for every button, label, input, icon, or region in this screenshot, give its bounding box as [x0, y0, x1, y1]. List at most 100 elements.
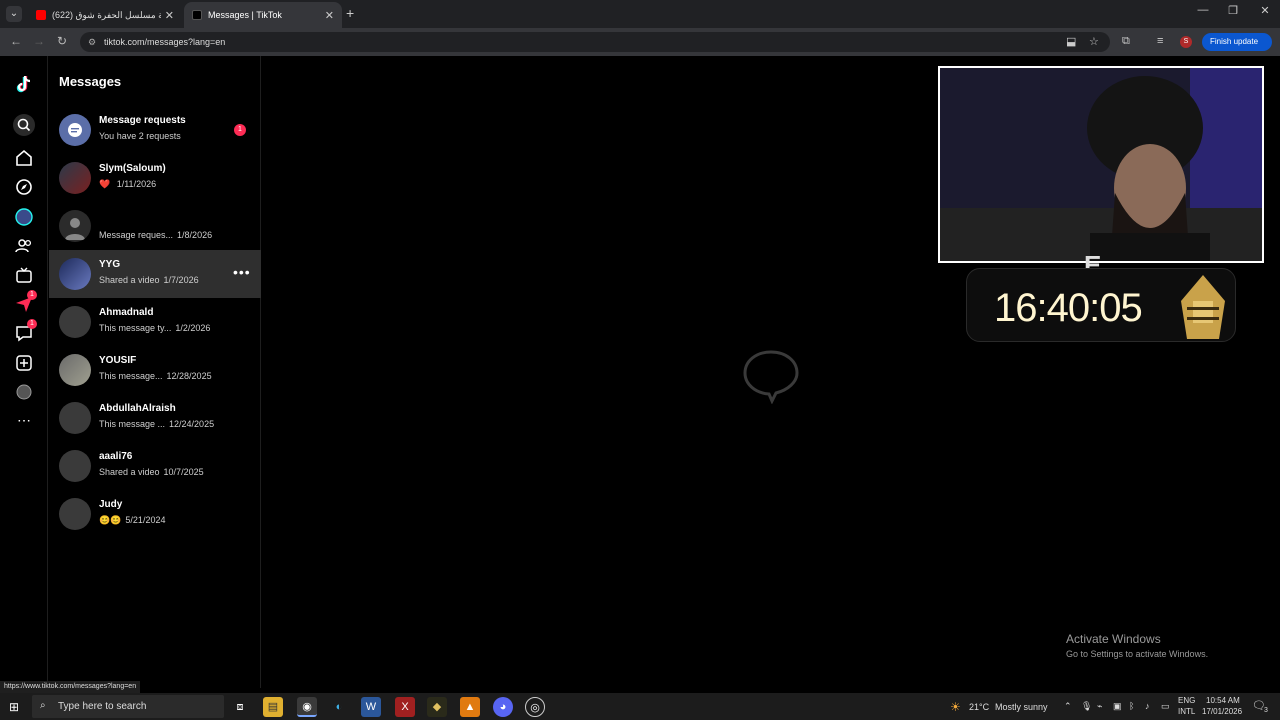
link-status-bar: https://www.tiktok.com/messages?lang=en	[0, 681, 141, 693]
tab-youtube[interactable]: (622) اغنية مسلسل الحفرة شوق ✕	[28, 2, 182, 28]
bluetooth-icon[interactable]: ᛒ	[1129, 701, 1134, 711]
weather-temp: 21°C	[969, 702, 990, 712]
app-game-icon[interactable]: ◆	[427, 697, 447, 717]
tiktok-logo-icon[interactable]	[14, 74, 34, 94]
following-avatar-icon[interactable]	[14, 207, 34, 227]
taskbar-search-input[interactable]: ⌕ Type here to search	[32, 695, 224, 718]
app-discord-icon[interactable]: ◕	[493, 697, 513, 717]
activate-title: Activate Windows	[1066, 632, 1161, 646]
close-tab-icon[interactable]: ✕	[325, 9, 334, 22]
file-explorer-icon[interactable]: ▤	[263, 697, 283, 717]
conversation-row-yyg[interactable]: YYG Shared a video 1/7/2026 •••	[49, 250, 261, 298]
conversation-date: 1/7/2026	[163, 275, 199, 285]
edge-icon[interactable]: ◐	[329, 697, 349, 717]
network-icon[interactable]: ⌁	[1097, 701, 1102, 712]
address-text: tiktok.com/messages?lang=en	[104, 37, 226, 47]
conversation-name: Ahmadnald	[99, 307, 154, 318]
clock-time-tray[interactable]: 10:54 AM	[1206, 696, 1240, 705]
preview-text: This message ...	[99, 419, 166, 429]
app-x-icon[interactable]: X	[395, 697, 415, 717]
youtube-icon	[36, 10, 46, 20]
language-eng[interactable]: ENG	[1178, 696, 1195, 705]
restore-button[interactable]: ❐	[1218, 4, 1248, 17]
extensions-icon[interactable]: ⧉	[1122, 35, 1130, 48]
explore-compass-icon[interactable]	[14, 177, 34, 197]
more-options-icon[interactable]: •••	[233, 264, 251, 280]
conversation-date: 12/24/2025	[169, 419, 215, 429]
task-view-icon[interactable]: ⧈	[230, 697, 250, 717]
address-bar[interactable]: ⚙ tiktok.com/messages?lang=en	[80, 32, 1110, 52]
close-tab-icon[interactable]: ✕	[165, 9, 174, 22]
profile-avatar-icon[interactable]	[14, 382, 34, 402]
display-icon[interactable]: ▣	[1113, 701, 1122, 712]
conversation-row-slym[interactable]: Slym(Saloum) ❤️ 1/11/2026	[49, 154, 261, 202]
avatar	[59, 162, 91, 194]
reload-icon[interactable]: ↻	[57, 34, 67, 48]
tab-title: Messages | TikTok	[208, 10, 282, 20]
app-obs-icon[interactable]: ◎	[525, 697, 545, 717]
conversation-preview: Shared a video 1/7/2026	[99, 275, 199, 285]
avatar	[59, 258, 91, 290]
more-icon[interactable]: ⋯	[14, 410, 34, 430]
conversation-date: 12/28/2025	[166, 371, 212, 381]
avatar	[59, 354, 91, 386]
conversation-name: aaali76	[99, 451, 133, 462]
friends-icon[interactable]	[14, 236, 34, 256]
activity-send-icon[interactable]: 1	[14, 290, 37, 314]
conversation-row-judy[interactable]: Judy 😊😊 5/21/2024	[49, 490, 261, 538]
conversation-row-yousif[interactable]: YOUSIF This message... 12/28/2025	[49, 346, 261, 394]
conversation-row-aaali76[interactable]: aaali76 Shared a video 10/7/2025	[49, 442, 261, 490]
default-user-icon	[65, 218, 85, 240]
close-window-button[interactable]: ✕	[1250, 4, 1280, 17]
notification-count: 3	[1264, 707, 1268, 714]
conversation-row-abdullahalraish[interactable]: AbdullahAlraish This message ... 12/24/20…	[49, 394, 261, 442]
bookmark-star-icon[interactable]: ☆	[1089, 35, 1099, 48]
new-tab-button[interactable]: +	[346, 5, 354, 21]
back-icon[interactable]: ←	[10, 34, 22, 48]
activity-badge: 1	[27, 290, 37, 300]
conversation-row-unknown[interactable]: Message reques... 1/8/2026	[49, 202, 261, 250]
volume-icon[interactable]: ♪	[1145, 701, 1150, 711]
preview-text: 😊😊	[99, 515, 122, 525]
tab-title: (622) اغنية مسلسل الحفرة شوق	[52, 9, 161, 20]
inbox-message-icon[interactable]: 1	[14, 319, 37, 343]
conversation-preview: This message... 12/28/2025	[99, 371, 212, 381]
finish-update-button[interactable]: Finish update ⋮	[1202, 33, 1272, 64]
microphone-icon[interactable]: 🎙	[1081, 701, 1092, 712]
forward-icon[interactable]: →	[33, 34, 45, 48]
live-tv-icon[interactable]	[14, 265, 34, 285]
conversation-date: 1/11/2026	[116, 179, 157, 189]
windows-start-icon[interactable]: ⊞	[9, 700, 19, 714]
app-vlc-icon[interactable]: ▲	[460, 697, 480, 717]
profile-avatar[interactable]: S	[1180, 36, 1192, 48]
conversation-name: Judy	[99, 499, 123, 510]
upload-plus-icon[interactable]	[14, 353, 34, 373]
media-control-icon[interactable]: ≡	[1157, 35, 1163, 47]
preview-text: This message ty...	[99, 323, 172, 333]
messages-panel: Messages Message requests You have 2 req…	[49, 56, 261, 688]
chrome-icon[interactable]: ◉	[297, 697, 317, 717]
minimize-button[interactable]: —	[1188, 4, 1218, 16]
weather-text: Mostly sunny	[995, 702, 1048, 712]
weather-icon[interactable]: ☀	[950, 700, 961, 714]
conversation-row-ahmadnald[interactable]: Ahmadnald This message ty... 1/2/2026	[49, 298, 261, 346]
tab-tiktok[interactable]: Messages | TikTok ✕	[184, 2, 342, 28]
site-info-icon[interactable]: ⚙	[88, 32, 96, 52]
language-intl[interactable]: INTL	[1178, 707, 1195, 716]
word-icon[interactable]: W	[361, 697, 381, 717]
preview-text: Shared a video	[99, 275, 160, 285]
search-icon[interactable]	[13, 114, 35, 136]
avatar	[59, 306, 91, 338]
avatar	[59, 498, 91, 530]
tray-chevron-icon[interactable]: ⌃	[1064, 701, 1072, 712]
message-requests-avatar	[59, 114, 91, 146]
install-app-icon[interactable]: ⬓	[1066, 35, 1076, 48]
pharaoh-icon	[1181, 275, 1225, 339]
tab-search-button[interactable]: ⌄	[6, 6, 22, 22]
clock-date-tray[interactable]: 17/01/2026	[1202, 707, 1242, 716]
battery-icon[interactable]: ▭	[1161, 701, 1170, 712]
windows-taskbar: ⊞ ⌕ Type here to search ⧈ ▤ ◉ ◐ W X ◆ ▲ …	[0, 693, 1280, 720]
conversation-preview: This message ... 12/24/2025	[99, 419, 214, 429]
message-requests-row[interactable]: Message requests You have 2 requests 1	[49, 106, 261, 154]
home-icon[interactable]	[14, 148, 34, 168]
